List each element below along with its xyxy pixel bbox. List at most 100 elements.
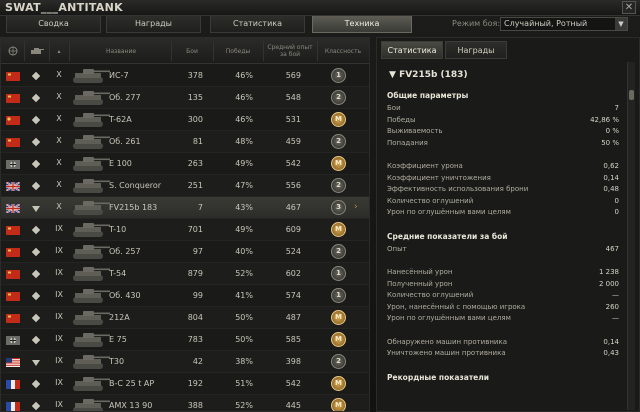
stat-value: — bbox=[612, 291, 619, 299]
table-row[interactable]: X E 100 263 49% 542 M bbox=[1, 153, 369, 175]
scrollbar-thumb[interactable] bbox=[629, 90, 634, 100]
table-row[interactable]: IX 212A 804 50% 487 M bbox=[1, 307, 369, 329]
stat-label: Попадания bbox=[387, 138, 428, 147]
tank-icon bbox=[73, 355, 110, 369]
table-row[interactable]: IX T-10 701 49% 609 M bbox=[1, 219, 369, 241]
stat-value: 0,14 bbox=[603, 337, 619, 346]
vehicle-name: S. Conqueror bbox=[109, 181, 162, 190]
details-scrollbar[interactable] bbox=[627, 62, 635, 410]
nation-flag-icon bbox=[6, 358, 20, 367]
win-rate: 38% bbox=[235, 357, 253, 366]
stat-value: 50 % bbox=[601, 138, 619, 147]
type-sort-icon[interactable] bbox=[25, 38, 49, 64]
table-row[interactable]: IX Об. 257 97 40% 524 2 bbox=[1, 241, 369, 263]
table-row[interactable]: IX E 75 783 50% 585 M bbox=[1, 329, 369, 351]
tank-icon bbox=[73, 267, 110, 281]
vehicle-class-icon bbox=[31, 159, 41, 169]
vehicle-name: E 100 bbox=[109, 159, 132, 168]
stat-value: 0 % bbox=[605, 127, 619, 135]
vehicle-name: T-54 bbox=[109, 269, 127, 278]
tank-icon bbox=[73, 289, 110, 303]
vehicle-name: FV215b 183 bbox=[109, 203, 158, 212]
stat-value: 42,86 % bbox=[590, 115, 619, 124]
nation-flag-icon bbox=[6, 138, 20, 147]
battle-mode-value: Случайный, Ротный bbox=[504, 19, 588, 28]
table-row[interactable]: IX T30 42 38% 398 2 bbox=[1, 351, 369, 373]
avg-xp: 574 bbox=[285, 291, 301, 300]
stat-label: Полученный урон bbox=[387, 279, 453, 288]
battles-count: 251 bbox=[187, 181, 203, 190]
avg-xp: 602 bbox=[285, 269, 301, 278]
mastery-badge-icon: M bbox=[331, 222, 346, 237]
mastery-badge-icon: 2 bbox=[331, 178, 346, 193]
table-row[interactable]: X Об. 277 135 46% 548 2 bbox=[1, 87, 369, 109]
vehicle-name: B-C 25 t AP bbox=[109, 379, 155, 388]
vehicle-tier: IX bbox=[55, 400, 63, 409]
stat-label: Выживаемость bbox=[387, 127, 443, 135]
stat-value: 467 bbox=[605, 244, 619, 253]
nation-flag-icon bbox=[6, 204, 20, 213]
tank-icon bbox=[73, 135, 110, 149]
nation-sort-icon[interactable] bbox=[3, 38, 23, 64]
chevron-down-icon[interactable]: ▼ bbox=[615, 18, 627, 30]
col-avg-xp-header[interactable]: Средний опыт за бой bbox=[264, 38, 316, 64]
mastery-badge-icon: 1 bbox=[331, 288, 346, 303]
stat-row: Урон, нанесённый с помощью игрока 260 bbox=[387, 303, 619, 315]
col-wins-header[interactable]: Победы bbox=[214, 38, 262, 64]
stat-value: 2 000 bbox=[598, 279, 619, 288]
stat-label: Урон, нанесённый с помощью игрока bbox=[387, 302, 526, 311]
col-mastery-header[interactable]: Классность bbox=[318, 38, 368, 64]
mastery-badge-icon: M bbox=[331, 332, 346, 347]
table-row[interactable]: IX T-54 879 52% 602 1 bbox=[1, 263, 369, 285]
close-icon[interactable]: ✕ bbox=[622, 1, 636, 14]
win-rate: 40% bbox=[235, 247, 253, 256]
tab-vehicles[interactable]: Техника bbox=[312, 16, 412, 33]
table-header: ▴ Название Бои Победы Средний опыт за бо… bbox=[1, 38, 369, 64]
stat-label: Количество оглушений bbox=[387, 196, 474, 205]
avg-xp: 459 bbox=[285, 137, 301, 146]
mastery-badge-icon: 2 bbox=[331, 244, 346, 259]
nation-flag-icon bbox=[6, 380, 20, 389]
mastery-badge-icon: M bbox=[331, 156, 346, 171]
stat-row: Урон по оглушённым вами целям 0 bbox=[387, 208, 619, 220]
tier-sort-icon[interactable]: ▴ bbox=[50, 38, 68, 64]
avg-xp: 542 bbox=[285, 159, 301, 168]
win-rate: 46% bbox=[235, 71, 253, 80]
vehicle-tier: X bbox=[56, 114, 62, 123]
vehicle-name: E 75 bbox=[109, 335, 127, 344]
table-row[interactable]: IX B-C 25 t AP 192 51% 542 M bbox=[1, 373, 369, 395]
battles-count: 7 bbox=[197, 203, 203, 212]
vehicle-class-icon bbox=[31, 137, 41, 147]
vehicle-tier: IX bbox=[55, 246, 63, 255]
table-row[interactable]: X Об. 261 81 48% 459 2 bbox=[1, 131, 369, 153]
col-battles-header[interactable]: Бои bbox=[172, 38, 212, 64]
avg-xp: 542 bbox=[285, 379, 301, 388]
table-row[interactable]: IX AMX 13 90 388 52% 445 M bbox=[1, 395, 369, 411]
stat-row: Полученный урон 2 000 bbox=[387, 280, 619, 292]
table-row[interactable]: IX Об. 430 99 41% 574 1 bbox=[1, 285, 369, 307]
battles-count: 378 bbox=[187, 71, 203, 80]
battles-count: 300 bbox=[187, 115, 203, 124]
tab-awards[interactable]: Награды bbox=[106, 16, 201, 33]
tab-statistics[interactable]: Статистика bbox=[210, 16, 305, 33]
table-row[interactable]: X FV215b 183 7 43% 467 3 › bbox=[1, 197, 369, 219]
stat-row: Опыт 467 bbox=[387, 245, 619, 257]
battle-mode-select[interactable]: Случайный, Ротный ▼ bbox=[500, 17, 628, 31]
table-row[interactable]: X S. Conqueror 251 47% 556 2 bbox=[1, 175, 369, 197]
vehicle-tier: IX bbox=[55, 290, 63, 299]
stat-value: 0 bbox=[614, 196, 619, 205]
vehicle-class-icon bbox=[32, 206, 40, 212]
stat-label: Опыт bbox=[387, 244, 407, 253]
tank-icon bbox=[73, 377, 110, 391]
vehicle-class-icon bbox=[31, 269, 41, 279]
table-row[interactable]: X ИС-7 378 46% 569 1 bbox=[1, 65, 369, 87]
vehicle-tier: IX bbox=[55, 312, 63, 321]
mastery-badge-icon: M bbox=[331, 376, 346, 391]
tank-icon bbox=[73, 113, 110, 127]
stat-row: Эффективность использования брони 0,48 bbox=[387, 185, 619, 197]
tab-detail-statistics[interactable]: Статистика bbox=[381, 41, 443, 59]
tab-detail-awards[interactable]: Награды bbox=[445, 41, 507, 59]
table-row[interactable]: X T-62A 300 46% 531 M bbox=[1, 109, 369, 131]
tab-summary[interactable]: Сводка bbox=[6, 16, 101, 33]
col-name-header[interactable]: Название bbox=[91, 38, 151, 64]
